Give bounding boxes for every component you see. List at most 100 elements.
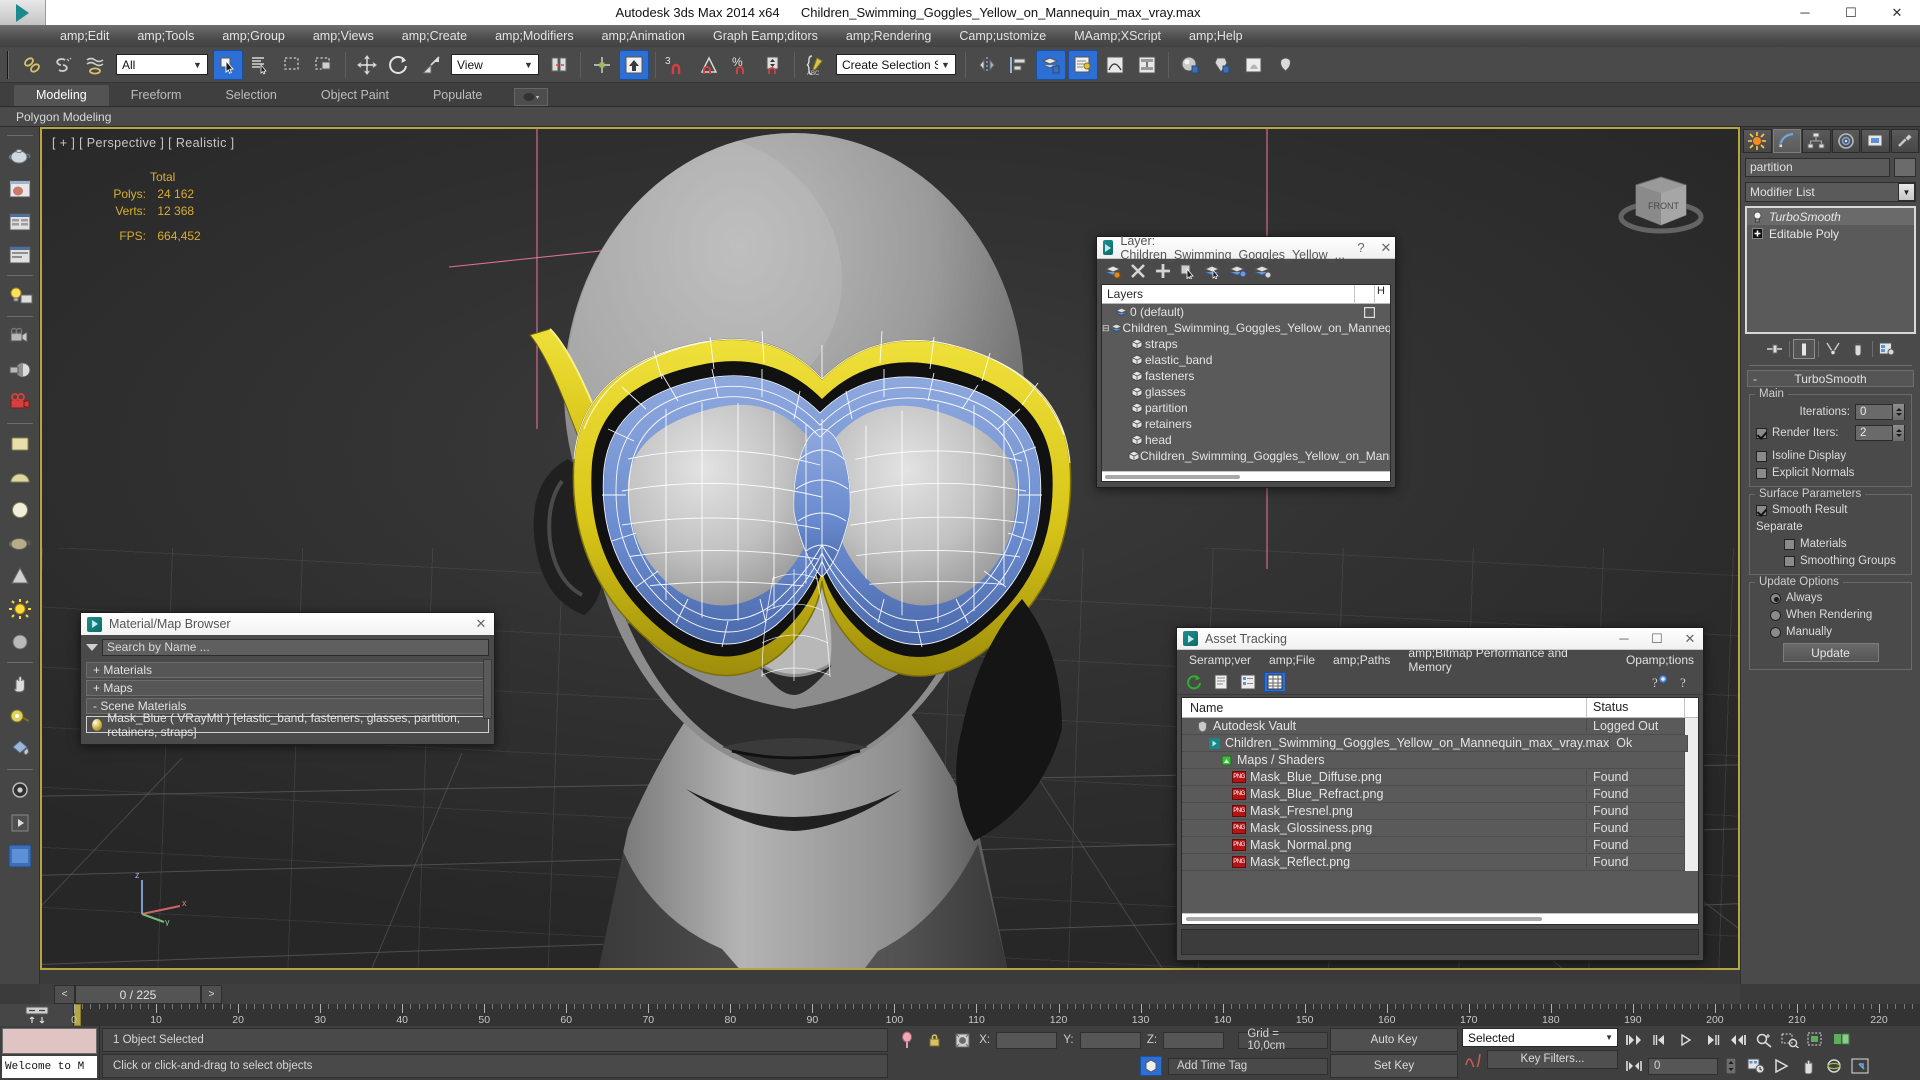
asset-row-mask-blue-diffuse[interactable]: PNG Mask_Blue_Diffuse.png Found (1182, 768, 1698, 786)
angle-snap-toggle-icon[interactable] (694, 50, 724, 80)
key-mode-nav-icon[interactable] (1622, 1056, 1646, 1076)
select-and-move-icon[interactable] (352, 50, 382, 80)
layer-row-straps[interactable]: straps (1102, 336, 1390, 352)
asset-menu-file[interactable]: amp;File (1260, 653, 1324, 667)
cone-primitive-icon[interactable] (4, 560, 36, 592)
add-time-tag-button[interactable]: Add Time Tag (1168, 1057, 1328, 1075)
sphere-gizmo-icon[interactable] (4, 626, 36, 658)
group-maps[interactable]: + Maps (86, 680, 489, 696)
viewport-thumbnail-icon[interactable] (4, 840, 36, 872)
named-selection-sets-combo[interactable]: Create Selection Se ▼ (836, 54, 956, 75)
modifier-list-dropdown[interactable]: Modifier List ▼ (1745, 182, 1916, 202)
open-mini-curve-editor-icon[interactable] (0, 1004, 74, 1026)
expand-toggle[interactable]: ⊟ (1102, 323, 1110, 334)
set-key-button[interactable]: Set Key (1330, 1054, 1458, 1078)
material-editor-panel-icon[interactable] (4, 173, 36, 205)
bind-to-space-warp-icon[interactable] (81, 50, 111, 80)
auto-key-button[interactable]: Auto Key (1330, 1028, 1458, 1052)
smooth-result-checkbox[interactable] (1756, 504, 1767, 516)
manually-radio[interactable] (1770, 626, 1781, 638)
next-frame-icon[interactable] (1700, 1030, 1724, 1050)
asset-menu-server[interactable]: Seramp;ver (1180, 653, 1260, 667)
viewport-label[interactable]: [ + ] [ Perspective ] [ Realistic ] (52, 136, 234, 150)
materials-checkbox[interactable] (1784, 538, 1795, 550)
frame-spinner-icon[interactable] (1720, 1056, 1742, 1076)
layer-row-retainers[interactable]: retainers (1102, 416, 1390, 432)
layer-list[interactable]: Layers H 0 (default) ⊟ Children_Swimming… (1101, 284, 1391, 482)
spinner-snap-toggle-icon[interactable] (758, 50, 788, 80)
rendered-frame-window-icon[interactable] (1239, 50, 1269, 80)
align-icon[interactable] (1004, 50, 1034, 80)
tab-object-paint[interactable]: Object Paint (299, 85, 411, 106)
key-filters-button[interactable]: Key Filters... (1487, 1049, 1618, 1069)
scene-explorer-icon[interactable] (1068, 49, 1098, 80)
snaps-toggle-icon[interactable]: 3 (662, 50, 692, 80)
group-materials[interactable]: + Materials (86, 662, 489, 678)
time-configuration-icon[interactable] (1744, 1056, 1768, 1076)
pan-hand-icon[interactable] (4, 667, 36, 699)
material-map-browser-dialog[interactable]: Material/Map Browser ✕ Search by Name ..… (80, 612, 495, 745)
key-mode-toggle-icon[interactable] (1140, 1056, 1162, 1076)
close-button[interactable]: ✕ (1874, 0, 1920, 25)
render-setup-icon[interactable] (1207, 50, 1237, 80)
app-logo-button[interactable] (0, 0, 46, 25)
spinner-arrows-icon[interactable] (1892, 404, 1904, 420)
zoom-icon[interactable] (1752, 1030, 1776, 1050)
pin-stack-icon[interactable] (1764, 339, 1786, 359)
utilities-tab[interactable] (1890, 129, 1919, 153)
unlink-selection-icon[interactable] (49, 50, 79, 80)
circle-shape-icon[interactable] (4, 774, 36, 806)
layer-hide-box-icon[interactable] (1364, 306, 1390, 318)
menu-item-animation[interactable]: amp;Animation (588, 25, 699, 47)
named-selection-sets-icon[interactable]: ABC (801, 50, 831, 80)
scrollbar-track[interactable] (1684, 802, 1698, 820)
select-and-link-icon[interactable] (17, 50, 47, 80)
asset-dialog-close-button[interactable]: ✕ (1677, 628, 1703, 650)
layer-row-glasses[interactable]: glasses (1102, 384, 1390, 400)
asset-menu-paths[interactable]: amp;Paths (1324, 653, 1399, 667)
help-question-icon[interactable]: ? (1675, 672, 1697, 692)
zoom-extents-icon[interactable] (1804, 1030, 1828, 1050)
select-and-scale-icon[interactable] (416, 50, 446, 80)
play-animation-icon[interactable] (1674, 1030, 1698, 1050)
sunlight-icon[interactable] (4, 593, 36, 625)
command-panel-icon[interactable] (4, 206, 36, 238)
layer-row-partition[interactable]: partition (1102, 400, 1390, 416)
current-frame-input[interactable]: 0 (1648, 1057, 1718, 1075)
layer-dialog[interactable]: Layer: Children_Swimming_Goggles_Yellow_… (1096, 234, 1396, 488)
tab-modeling[interactable]: Modeling (14, 85, 109, 106)
asset-row-max-file[interactable]: Children_Swimming_Goggles_Yellow_on_Mann… (1182, 734, 1698, 752)
iterations-spinner[interactable]: 0 (1855, 404, 1905, 420)
arc-rotate-icon[interactable] (1770, 1056, 1794, 1076)
layer-row-fasteners[interactable]: fasteners (1102, 368, 1390, 384)
refresh-icon[interactable] (1183, 672, 1205, 692)
pan-view-icon[interactable] (1796, 1056, 1820, 1076)
view-cube[interactable]: FRONT (1606, 157, 1716, 243)
hierarchy-tab[interactable] (1802, 129, 1831, 153)
highlight-selected-objects-layer-icon[interactable] (1228, 262, 1247, 281)
asset-row-mask-glossiness[interactable]: PNG Mask_Glossiness.png Found (1182, 819, 1698, 837)
minimize-button[interactable]: ─ (1782, 0, 1828, 25)
asset-row-mask-normal[interactable]: PNG Mask_Normal.png Found (1182, 836, 1698, 854)
maximize-viewport-toggle-icon[interactable] (1848, 1056, 1872, 1076)
toolbar-grip[interactable] (7, 50, 13, 79)
asset-column-name[interactable]: Name (1182, 701, 1586, 715)
configure-modifier-sets-icon[interactable] (1876, 339, 1898, 359)
select-and-rotate-icon[interactable] (384, 50, 414, 80)
menu-item-modifiers[interactable]: amp;Modifiers (481, 25, 588, 47)
expand-arrow-icon[interactable] (4, 807, 36, 839)
layer-settings-icon[interactable] (1253, 262, 1272, 281)
tab-selection[interactable]: Selection (203, 85, 298, 106)
previous-frame-icon[interactable] (1648, 1030, 1672, 1050)
camera-icon[interactable] (4, 321, 36, 353)
camera-target-icon[interactable] (4, 354, 36, 386)
layer-row-goggles-object[interactable]: Children_Swimming_Goggles_Yellow_on_Mann… (1102, 448, 1390, 464)
scrollbar-track[interactable] (1686, 734, 1698, 752)
scrollbar-thumb[interactable] (1186, 917, 1542, 921)
key-filter-mode-combo[interactable]: Selected ▼ (1462, 1028, 1618, 1047)
next-frame-button[interactable]: > (201, 985, 222, 1004)
asset-row-mask-fresnel[interactable]: PNG Mask_Fresnel.png Found (1182, 802, 1698, 820)
selection-filter-combo[interactable]: All ▼ (116, 54, 208, 75)
window-crossing-icon[interactable] (309, 50, 339, 80)
render-iters-checkbox[interactable] (1756, 427, 1767, 439)
